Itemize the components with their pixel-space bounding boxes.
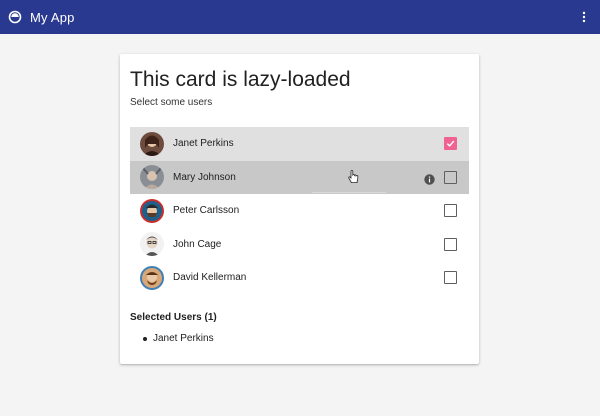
app-logo-icon: [8, 10, 22, 24]
selected-user-item: Janet Perkins: [143, 333, 214, 344]
user-list-item-peter-carlsson[interactable]: Peter Carlsson: [130, 194, 469, 228]
app-title: My App: [30, 9, 75, 25]
user-checkbox[interactable]: [444, 271, 457, 284]
user-list-item-david-kellerman[interactable]: David Kellerman: [130, 261, 469, 295]
user-list: Janet Perkins Mary Johnson Peter Carlsso…: [130, 127, 469, 295]
card-title: This card is lazy-loaded: [130, 68, 351, 91]
user-list-item-mary-johnson[interactable]: Mary Johnson: [130, 160, 469, 194]
user-list-item-janet-perkins[interactable]: Janet Perkins: [130, 127, 469, 161]
ripple-divider: [312, 192, 386, 193]
user-checkbox[interactable]: [444, 204, 457, 217]
hand-cursor-icon: [347, 169, 359, 184]
info-icon[interactable]: [424, 172, 435, 185]
avatar: [140, 131, 164, 156]
user-checkbox[interactable]: [444, 137, 457, 150]
avatar: [140, 165, 164, 190]
user-checkbox[interactable]: [444, 237, 457, 251]
user-checkbox[interactable]: [444, 170, 457, 184]
app-toolbar: My App: [0, 0, 600, 34]
selected-users-list: Janet Perkins: [143, 333, 214, 344]
lazy-loaded-card: This card is lazy-loaded Select some use…: [120, 54, 479, 364]
user-name: Janet Perkins: [173, 138, 234, 150]
avatar: [140, 198, 164, 223]
user-name: David Kellerman: [173, 272, 247, 284]
selected-users-heading: Selected Users (1): [130, 312, 217, 323]
avatar: [140, 232, 164, 257]
card-subtitle: Select some users: [130, 97, 213, 108]
more-vert-icon[interactable]: [576, 5, 592, 29]
user-name: Peter Carlsson: [173, 205, 240, 217]
user-list-item-john-cage[interactable]: John Cage: [130, 228, 469, 262]
user-name: Mary Johnson: [173, 171, 236, 183]
user-name: John Cage: [173, 238, 222, 250]
avatar: [140, 265, 164, 290]
